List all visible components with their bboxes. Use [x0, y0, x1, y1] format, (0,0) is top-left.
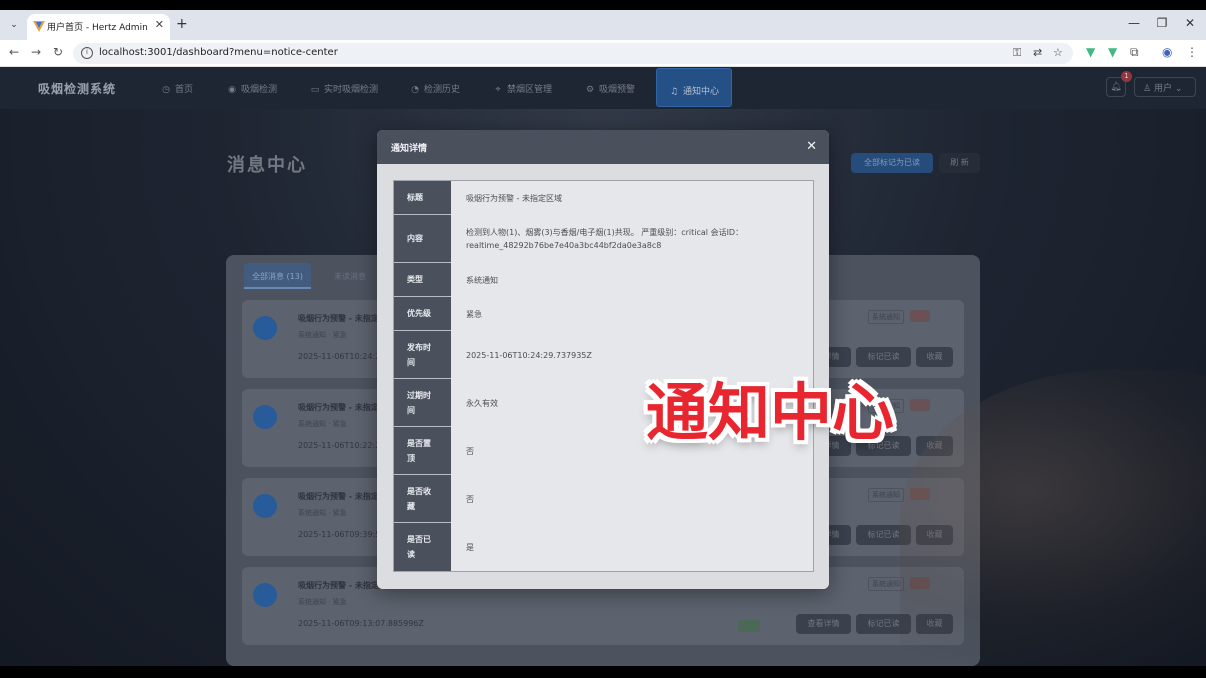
- detail-value: 是: [451, 523, 813, 571]
- vue-logo-icon: [33, 21, 45, 32]
- detail-value: 检测到人物(1)、烟雾(3)与香烟/电子烟(1)共现。 严重级别：critica…: [451, 215, 813, 263]
- detail-key: 是否收藏: [394, 475, 451, 522]
- tab-title: 用户首页 - Hertz Admin: [47, 23, 148, 33]
- detail-row-title: 标题 吸烟行为预警 - 未指定区域: [394, 181, 813, 215]
- key-icon[interactable]: ⚿: [1013, 46, 1021, 60]
- star-icon[interactable]: ☆: [1053, 46, 1063, 59]
- window-close-icon[interactable]: ✕: [1180, 16, 1200, 30]
- address-url: localhost:3001/dashboard?menu=notice-cen…: [99, 47, 338, 58]
- new-tab-icon[interactable]: +: [176, 16, 188, 32]
- modal-title: 通知详情: [391, 144, 428, 154]
- detail-key: 优先级: [394, 297, 451, 330]
- detail-row-read: 是否已读 是: [394, 523, 813, 571]
- detail-row-content: 内容 检测到人物(1)、烟雾(3)与香烟/电子烟(1)共现。 严重级别：crit…: [394, 215, 813, 263]
- detail-value: 否: [451, 475, 813, 523]
- browser-tab[interactable]: 用户首页 - Hertz Admin ✕: [27, 14, 170, 40]
- detail-key: 内容: [394, 215, 451, 262]
- video-caption: 通知中心: [646, 376, 895, 449]
- more-menu-icon[interactable]: ⋮: [1186, 45, 1198, 59]
- vue-devtools-icon[interactable]: ▼: [1086, 45, 1095, 59]
- translate-icon[interactable]: ⇄: [1033, 46, 1042, 59]
- detail-key: 是否已读: [394, 523, 451, 571]
- site-info-icon[interactable]: i: [81, 47, 93, 59]
- forward-icon[interactable]: →: [28, 45, 44, 59]
- tab-search-icon[interactable]: ⌄: [6, 17, 22, 33]
- modal-header: 通知详情 ✕: [377, 130, 829, 164]
- restore-icon[interactable]: ❐: [1152, 16, 1172, 30]
- detail-key: 是否置顶: [394, 427, 451, 474]
- detail-key: 发布时间: [394, 331, 451, 378]
- detail-key: 过期时间: [394, 379, 451, 426]
- browser-tab-strip: ⌄ 用户首页 - Hertz Admin ✕ + — ❐ ✕: [0, 10, 1206, 40]
- detail-row-favorited: 是否收藏 否: [394, 475, 813, 523]
- detail-value: 吸烟行为预警 - 未指定区域: [451, 181, 813, 215]
- profile-icon[interactable]: ◉: [1162, 45, 1172, 59]
- detail-row-priority: 优先级 紧急: [394, 297, 813, 331]
- minimize-icon[interactable]: —: [1124, 16, 1144, 30]
- close-icon[interactable]: ✕: [806, 139, 817, 154]
- reload-icon[interactable]: ↻: [50, 45, 66, 59]
- extensions-icon[interactable]: ⧉: [1130, 45, 1139, 60]
- detail-key: 标题: [394, 181, 451, 214]
- tab-close-icon[interactable]: ✕: [155, 18, 164, 31]
- detail-row-type: 类型 系统通知: [394, 263, 813, 297]
- address-bar[interactable]: i localhost:3001/dashboard?menu=notice-c…: [73, 43, 1073, 64]
- screen: ⌄ 用户首页 - Hertz Admin ✕ + — ❐ ✕ ← → ↻ i l…: [0, 10, 1206, 666]
- vue-extension-icon[interactable]: ▼: [1108, 45, 1117, 59]
- detail-key: 类型: [394, 263, 451, 296]
- detail-value: 紧急: [451, 297, 813, 331]
- detail-value: 系统通知: [451, 263, 813, 297]
- back-icon[interactable]: ←: [6, 45, 22, 59]
- browser-toolbar: ← → ↻ i localhost:3001/dashboard?menu=no…: [0, 40, 1206, 67]
- notice-detail-modal: 通知详情 ✕ 标题 吸烟行为预警 - 未指定区域 内容 检测到人物(1)、烟雾(…: [377, 130, 829, 589]
